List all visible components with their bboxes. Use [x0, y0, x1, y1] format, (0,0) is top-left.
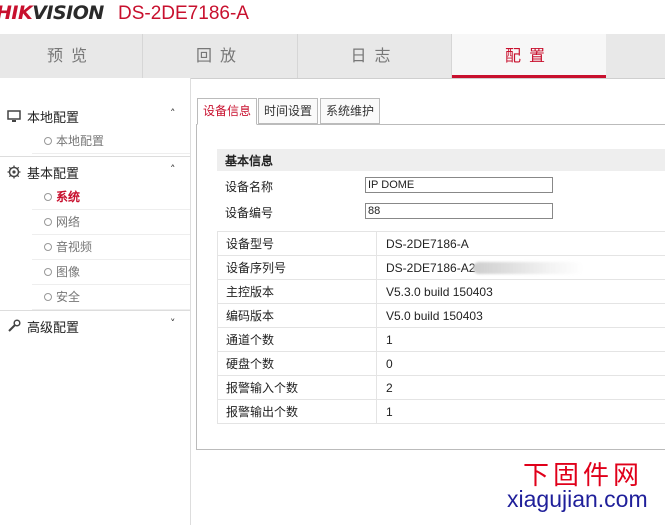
bullet-icon	[44, 218, 52, 226]
wrench-icon	[7, 319, 21, 333]
basic-info-title: 基本信息	[225, 154, 274, 168]
content-area: 设备信息 时间设置 系统维护 基本信息 设备名称 设备编号 设备型号 DS-2D…	[196, 98, 665, 453]
sidebar-item-security[interactable]: 安全	[32, 285, 190, 310]
info-value-cell: DS-2DE7186-A2	[376, 255, 665, 280]
info-key: 主控版本	[217, 279, 377, 304]
nav-playback[interactable]: 回放	[143, 34, 298, 78]
info-key: 设备型号	[217, 231, 377, 256]
table-row: 通道个数 1	[217, 327, 665, 352]
info-value: 1	[376, 399, 665, 424]
chevron-down-icon[interactable]: ˅	[170, 317, 176, 330]
monitor-icon	[7, 109, 21, 123]
table-row: 报警输入个数 2	[217, 375, 665, 400]
brand-logo-red: HIK	[0, 2, 33, 24]
sidebar-item-label: 安全	[56, 290, 81, 304]
tab-system-maintenance[interactable]: 系统维护	[320, 98, 381, 124]
sidebar-item-label: 音视频	[56, 240, 93, 254]
bullet-icon	[44, 293, 52, 301]
nav-log[interactable]: 日志	[298, 34, 452, 78]
bullet-icon	[44, 193, 52, 201]
sidebar-item-label: 图像	[56, 265, 81, 279]
sidebar-section-basic[interactable]: 基本配置 ˄	[0, 158, 190, 184]
basic-info-header: 基本信息	[217, 149, 665, 171]
info-value: V5.0 build 150403	[376, 303, 665, 328]
device-name-field[interactable]	[365, 177, 553, 193]
sidebar-item-audio-video[interactable]: 音视频	[32, 235, 190, 260]
info-key: 报警输入个数	[217, 375, 377, 400]
info-key: 报警输出个数	[217, 399, 377, 424]
table-row: 硬盘个数 0	[217, 351, 665, 376]
sidebar-section-advanced[interactable]: 高级配置 ˅	[0, 312, 190, 338]
device-info-table: 设备型号 DS-2DE7186-A 设备序列号 DS-2DE7186-A2 主控…	[217, 231, 665, 424]
top-bar: HIKVISION DS-2DE7186-A	[0, 0, 665, 34]
redaction-blur	[473, 262, 584, 275]
watermark-en: xiagujian.com	[507, 486, 648, 512]
chevron-up-icon[interactable]: ˄	[170, 163, 176, 176]
info-value: V5.3.0 build 150403	[376, 279, 665, 304]
device-info-panel: 基本信息 设备名称 设备编号 设备型号 DS-2DE7186-A 设备序列号 D…	[196, 125, 665, 450]
sidebar-item-system[interactable]: 系统	[32, 185, 190, 210]
sidebar-item-label: 网络	[56, 215, 81, 229]
brand-logo-dark: VISION	[32, 2, 104, 24]
info-key: 设备序列号	[217, 255, 377, 280]
sidebar-item-image[interactable]: 图像	[32, 260, 190, 285]
info-value: 1	[376, 327, 665, 352]
table-row: 设备序列号 DS-2DE7186-A2	[217, 255, 665, 280]
sidebar-item-local-config[interactable]: 本地配置	[32, 129, 190, 154]
gear-icon	[7, 165, 21, 179]
info-value: DS-2DE7186-A2	[386, 260, 476, 275]
tab-bar: 设备信息 时间设置 系统维护	[196, 98, 665, 125]
main-nav: 预览 回放 日志 配置	[0, 34, 665, 79]
bullet-icon	[44, 268, 52, 276]
device-no-label: 设备编号	[225, 206, 274, 220]
info-value: DS-2DE7186-A	[376, 231, 665, 256]
sidebar-item-network[interactable]: 网络	[32, 210, 190, 235]
table-row: 编码版本 V5.0 build 150403	[217, 303, 665, 328]
device-name-label: 设备名称	[225, 180, 274, 194]
sidebar-section-label: 高级配置	[27, 321, 80, 336]
sidebar-item-label: 本地配置	[56, 134, 105, 148]
device-model-title: DS-2DE7186-A	[118, 3, 249, 24]
sidebar-section-label: 基本配置	[27, 167, 80, 182]
device-no-field[interactable]	[365, 203, 553, 219]
bullet-icon	[44, 137, 52, 145]
table-row: 设备型号 DS-2DE7186-A	[217, 231, 665, 256]
info-value: 2	[376, 375, 665, 400]
brand-logo: HIKVISION	[0, 2, 104, 24]
info-key: 硬盘个数	[217, 351, 377, 376]
sidebar-item-label: 系统	[56, 190, 81, 204]
divider	[0, 310, 190, 311]
divider	[0, 156, 190, 157]
nav-preview[interactable]: 预览	[0, 34, 143, 78]
info-key: 编码版本	[217, 303, 377, 328]
bullet-icon	[44, 243, 52, 251]
sidebar-section-local[interactable]: 本地配置 ˄	[0, 102, 190, 128]
nav-config[interactable]: 配置	[452, 34, 606, 78]
table-row: 报警输出个数 1	[217, 399, 665, 424]
table-row: 主控版本 V5.3.0 build 150403	[217, 279, 665, 304]
sidebar-section-label: 本地配置	[27, 111, 80, 126]
chevron-up-icon[interactable]: ˄	[170, 107, 176, 120]
info-value: 0	[376, 351, 665, 376]
sidebar: 本地配置 ˄ 本地配置 基本配置 ˄ 系统 网络 音视频 图像 安全 高级配置	[0, 78, 191, 525]
tab-device-info[interactable]: 设备信息	[197, 98, 258, 125]
tab-time-settings[interactable]: 时间设置	[258, 98, 319, 124]
info-key: 通道个数	[217, 327, 377, 352]
